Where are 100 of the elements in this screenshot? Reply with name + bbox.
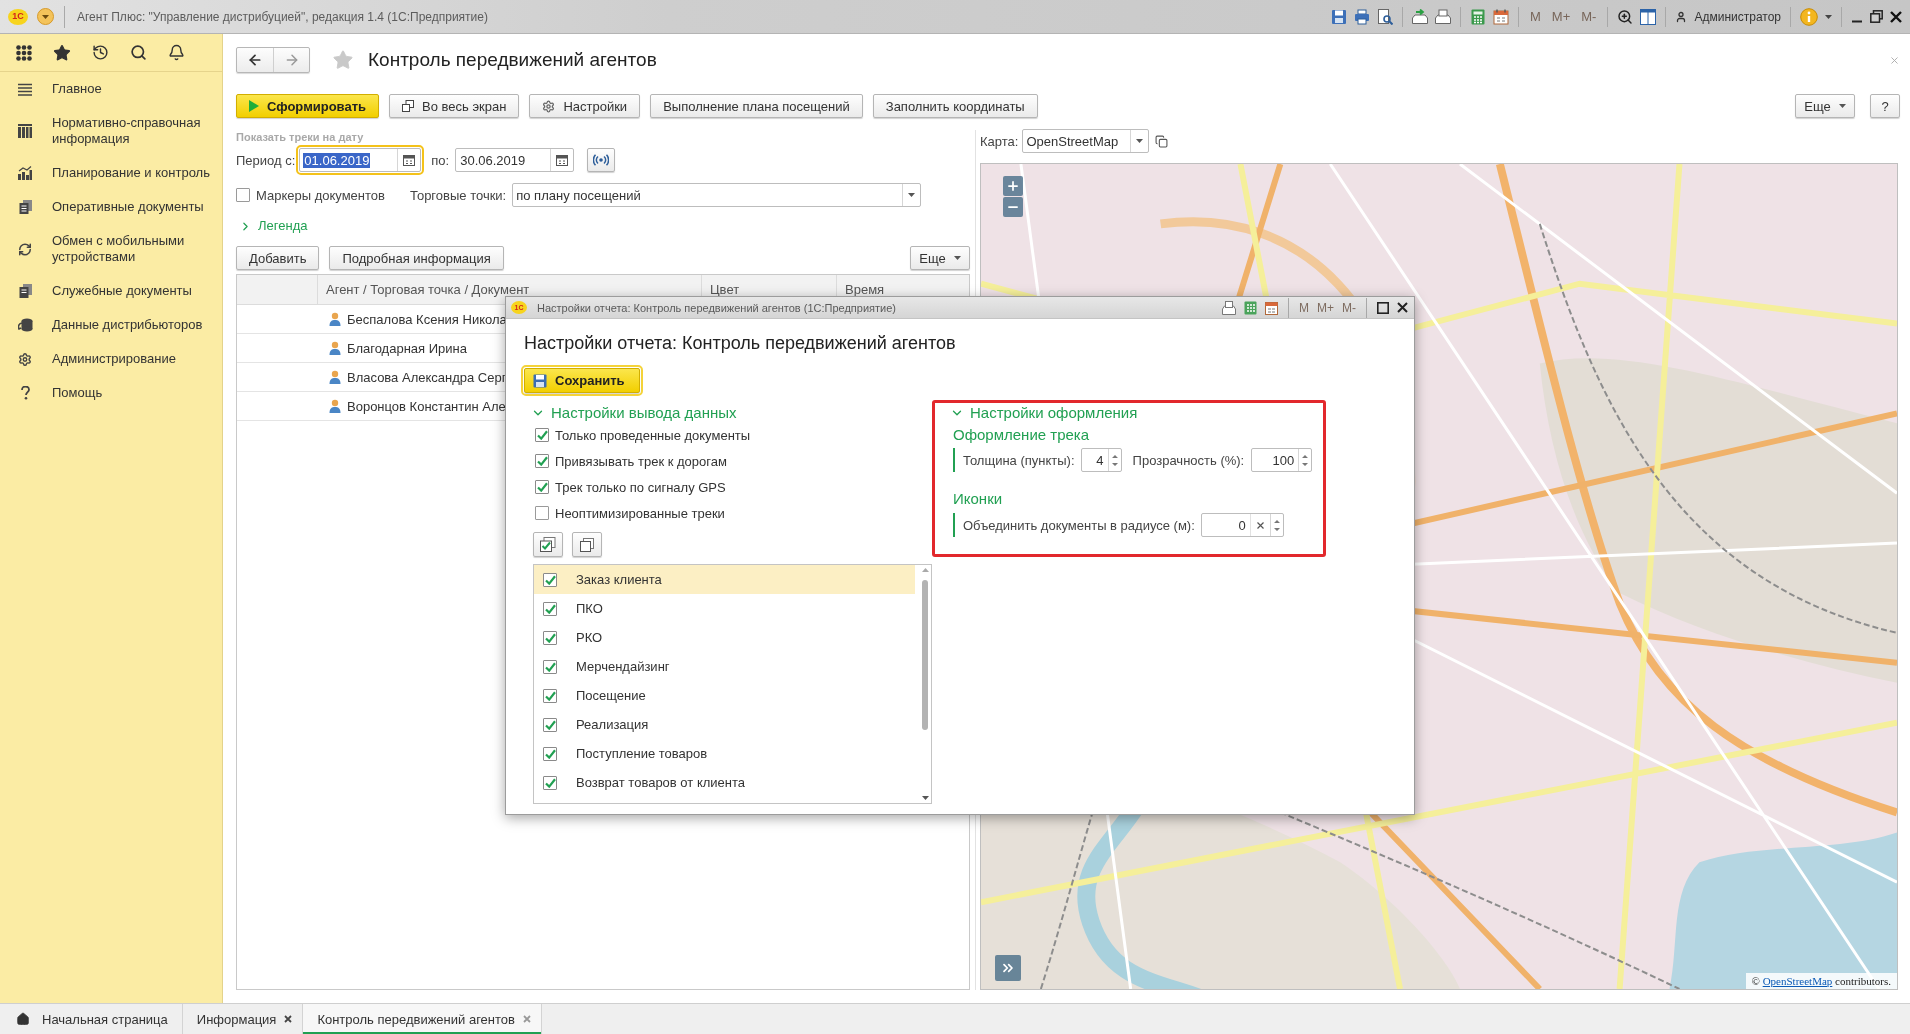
select-field[interactable]: OpenStreetMap [1022,129,1150,153]
sidebar-item[interactable]: Обмен с мобильными устройствами [0,224,222,274]
inbox-icon[interactable] [1222,300,1236,315]
list-row[interactable]: РКО [534,623,915,652]
checkbox[interactable] [535,454,549,468]
number-field[interactable]: 100 [1251,448,1313,472]
restore-icon[interactable] [1870,10,1883,23]
split-panel-icon[interactable] [1640,8,1657,25]
tab[interactable]: Контроль передвижений агентов [303,1004,542,1034]
menu-dropdown-button[interactable] [37,8,54,25]
checkbox[interactable] [535,480,549,494]
star-icon[interactable] [53,43,71,62]
section-toggle[interactable]: Настройки оформления [950,404,1323,422]
toolbar-button[interactable]: Во весь экран [389,94,520,118]
checkbox[interactable] [543,775,557,790]
sidebar-item[interactable]: Администрирование [0,342,222,376]
user-icon [1675,10,1688,23]
checkbox[interactable] [543,601,557,616]
field-label: Прозрачность (%): [1132,452,1245,468]
option-label: Трек только по сигналу GPS [555,479,726,495]
bell-icon[interactable] [168,44,185,61]
inbox-icon[interactable] [1435,8,1451,25]
zoom-in-button[interactable] [1003,176,1023,196]
list-row[interactable]: Мерчендайзинг [534,652,915,681]
calculator-icon[interactable] [1244,300,1257,315]
uncheck-all-button[interactable] [572,532,602,557]
calculator-icon[interactable] [1470,8,1486,25]
more-button[interactable]: Еще [910,246,970,270]
scrollbar-thumb[interactable] [922,580,928,730]
checkbox[interactable] [236,188,250,202]
close-icon[interactable] [1397,302,1408,313]
save-button[interactable]: Сохранить [524,368,640,393]
database-icon [17,318,33,332]
agent-name[interactable]: Благодарная Ирина [347,340,467,356]
zoom-in-icon[interactable] [1617,8,1634,25]
action-button[interactable]: Подробная информация [329,246,504,270]
close-icon[interactable] [1890,10,1902,23]
action-button[interactable]: Добавить [236,246,320,270]
check-all-button[interactable] [533,532,563,557]
agent-name[interactable]: Беспалова Ксения Никола [347,311,507,327]
field-label: по: [431,152,450,168]
date-field[interactable]: 01.06.2019 [299,148,422,172]
maximize-icon[interactable] [1377,301,1389,314]
clear-icon[interactable] [1256,521,1264,529]
info-icon[interactable] [1800,7,1818,26]
history-icon[interactable] [92,44,109,61]
zoom-out-button[interactable] [1003,197,1023,217]
sidebar-item[interactable]: Планирование и контроль [0,156,222,190]
map-attribution: © OpenStreetMap contributors. [1745,973,1897,989]
save-icon[interactable] [1331,8,1347,25]
document-type-label: Посещение [576,688,646,703]
date-field[interactable]: 30.06.2019 [455,148,575,172]
search-icon[interactable] [130,44,147,61]
checkbox[interactable] [543,630,557,645]
list-row[interactable]: Поступление товаров [534,739,915,768]
list-row[interactable]: ПКО [534,594,915,623]
agent-name[interactable]: Воронцов Константин Але [347,398,506,414]
help-button[interactable]: ? [1870,94,1900,118]
run-button[interactable]: Сформировать [236,94,380,118]
list-row[interactable]: Реализация [534,710,915,739]
sidebar-item[interactable]: Служебные документы [0,274,222,308]
agent-name[interactable]: Власова Александра Серг [347,369,507,385]
tab[interactable]: Начальная страница [0,1004,183,1034]
checkbox[interactable] [543,572,557,587]
user-name[interactable]: Администратор [1694,9,1781,24]
sidebar-item[interactable]: Данные дистрибьюторов [0,308,222,342]
attribution-link[interactable]: OpenStreetMap [1762,975,1833,987]
caret-icon [1838,104,1846,108]
list-row[interactable]: Посещение [534,681,915,710]
sidebar-item[interactable]: Нормативно-справочная информация [0,106,222,156]
inbox-arrow-icon[interactable] [1412,8,1428,25]
checkbox[interactable] [543,688,557,703]
checkmark-icon [536,430,548,440]
apps-grid-icon[interactable] [16,44,32,61]
more-button[interactable]: Еще [1795,94,1855,118]
checkbox[interactable] [543,659,557,674]
sidebar-item[interactable]: Главное [0,72,222,106]
period-button[interactable] [587,148,616,172]
list-row[interactable]: Возврат товаров от клиента [534,768,915,797]
toolbar-button[interactable]: Выполнение плана посещений [650,94,863,118]
checkbox[interactable] [543,746,557,761]
toolbar-button[interactable]: Заполнить координаты [872,94,1038,118]
expand-button[interactable] [995,955,1021,981]
calendar-icon[interactable] [1265,300,1278,315]
select-field[interactable]: по плану посещений [512,183,922,207]
sidebar-item[interactable]: Помощь [0,376,222,410]
toolbar-button[interactable]: Настройки [529,94,641,118]
close-icon[interactable] [284,1015,293,1023]
number-field[interactable]: 4 [1080,448,1122,472]
number-field[interactable]: 0 [1200,513,1284,537]
checkbox[interactable] [543,717,557,732]
document-search-icon[interactable] [1377,8,1393,25]
print-icon[interactable] [1354,8,1370,25]
checkbox[interactable] [535,506,549,520]
checkbox[interactable] [535,428,549,442]
star-icon[interactable] [332,49,354,71]
sidebar-item[interactable]: Оперативные документы [0,190,222,224]
calendar-icon[interactable] [1493,8,1509,25]
list-row[interactable]: Заказ клиента [534,565,915,594]
copy-icon[interactable] [1155,134,1169,148]
